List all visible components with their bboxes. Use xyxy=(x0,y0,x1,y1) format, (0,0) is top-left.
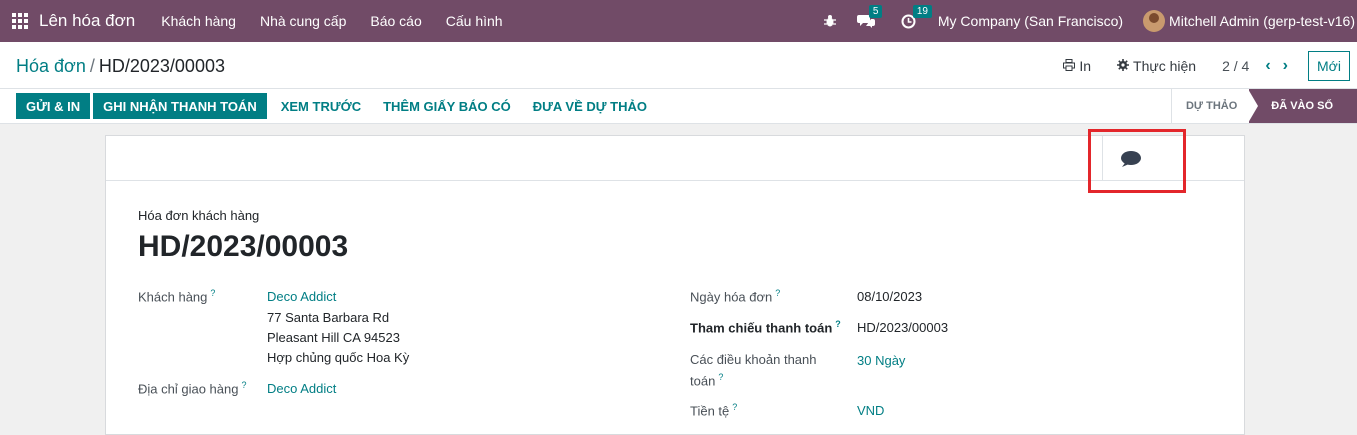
menu-item-vendors[interactable]: Nhà cung cấp xyxy=(248,13,358,29)
invoice-number: HD/2023/00003 xyxy=(138,230,349,263)
help-tooltip-icon[interactable]: ? xyxy=(775,288,780,298)
payment-terms-label-line2: toán? xyxy=(690,372,724,389)
address-line-1: 77 Santa Barbara Rd xyxy=(267,310,390,325)
breadcrumb: Hóa đơn / HD/2023/00003 xyxy=(16,56,225,77)
invoice-type: Hóa đơn khách hàng xyxy=(138,208,260,223)
breadcrumb-parent[interactable]: Hóa đơn xyxy=(16,56,86,76)
action-label: Thực hiện xyxy=(1133,58,1197,74)
user-avatar[interactable] xyxy=(1143,10,1166,32)
control-panel: Hóa đơn / HD/2023/00003 In Thực hiện 2 / 4… xyxy=(0,42,1357,89)
payment-terms-field[interactable]: 30 Ngày xyxy=(857,353,905,368)
pager-next-icon[interactable]: › xyxy=(1283,57,1288,75)
control-actions: In Thực hiện 2 / 4 ‹ › Mới xyxy=(1063,50,1357,82)
menu-item-configuration[interactable]: Cấu hình xyxy=(434,13,515,29)
action-menu-button[interactable]: Thực hiện xyxy=(1117,58,1196,74)
currency-label: Tiền tệ? xyxy=(690,402,738,419)
print-label: In xyxy=(1079,58,1092,74)
messages-count-badge: 5 xyxy=(868,5,883,18)
pager-value[interactable]: 2 / 4 xyxy=(1222,58,1249,74)
customer-field[interactable]: Deco Addict xyxy=(267,289,336,304)
help-tooltip-icon[interactable]: ? xyxy=(241,380,246,390)
app-title[interactable]: Lên hóa đơn xyxy=(39,11,135,31)
messages-icon[interactable]: 5 xyxy=(856,5,883,28)
pager-previous-icon[interactable]: ‹ xyxy=(1265,57,1270,75)
payment-reference-label: Tham chiếu thanh toán? xyxy=(690,319,841,336)
top-navbar: Lên hóa đơn Khách hàng Nhà cung cấp Báo … xyxy=(0,0,1357,42)
help-tooltip-icon[interactable]: ? xyxy=(210,288,215,298)
help-tooltip-icon[interactable]: ? xyxy=(718,372,723,382)
menu-item-reports[interactable]: Báo cáo xyxy=(358,13,433,29)
add-credit-note-button[interactable]: THÊM GIẤY BÁO CÓ xyxy=(372,93,522,119)
apps-menu-icon[interactable] xyxy=(12,12,30,30)
invoice-date-field[interactable]: 08/10/2023 xyxy=(857,289,922,304)
delivery-address-label: Địa chỉ giao hàng? xyxy=(138,380,247,397)
breadcrumb-current: HD/2023/00003 xyxy=(98,56,225,76)
main-menu: Khách hàng Nhà cung cấp Báo cáo Cấu hình xyxy=(149,13,514,29)
highlight-box xyxy=(1088,129,1186,193)
company-switcher[interactable]: My Company (San Francisco) xyxy=(938,13,1123,29)
form-statusbar: GỬI & IN GHI NHẬN THANH TOÁN XEM TRƯỚC T… xyxy=(0,89,1357,124)
systray: 5 19 My Company (San Francisco) Mitchell… xyxy=(813,0,1357,42)
register-payment-button[interactable]: GHI NHẬN THANH TOÁN xyxy=(93,93,267,119)
printer-icon xyxy=(1063,58,1076,74)
debug-bug-icon[interactable] xyxy=(823,14,837,28)
state-indicator: DỰ THẢO ĐÃ VÀO SỔ xyxy=(1170,89,1357,123)
delivery-address-field[interactable]: Deco Addict xyxy=(267,381,336,396)
currency-field[interactable]: VND xyxy=(857,403,884,418)
menu-item-customers[interactable]: Khách hàng xyxy=(149,13,248,29)
payment-reference-field[interactable]: HD/2023/00003 xyxy=(857,320,948,335)
address-line-2: Pleasant Hill CA 94523 xyxy=(267,330,400,345)
address-line-3: Hợp chủng quốc Hoa Kỳ xyxy=(267,350,410,365)
statusbar-buttons: GỬI & IN GHI NHẬN THANH TOÁN XEM TRƯỚC T… xyxy=(16,93,658,119)
help-tooltip-icon[interactable]: ? xyxy=(835,319,841,329)
activities-count-badge: 19 xyxy=(912,4,932,18)
invoice-date-label: Ngày hóa đơn? xyxy=(690,288,781,305)
new-button[interactable]: Mới xyxy=(1308,51,1350,81)
preview-button[interactable]: XEM TRƯỚC xyxy=(270,93,372,119)
state-draft[interactable]: DỰ THẢO xyxy=(1170,89,1249,123)
breadcrumb-separator: / xyxy=(89,56,95,76)
print-button[interactable]: In xyxy=(1063,58,1091,74)
help-tooltip-icon[interactable]: ? xyxy=(732,402,737,412)
gear-icon xyxy=(1117,58,1130,74)
send-print-button[interactable]: GỬI & IN xyxy=(16,93,91,119)
activities-clock-icon[interactable]: 19 xyxy=(901,4,932,29)
reset-to-draft-button[interactable]: ĐƯA VỀ DỰ THẢO xyxy=(522,93,658,119)
state-posted: ĐÃ VÀO SỔ xyxy=(1248,89,1357,123)
customer-label: Khách hàng? xyxy=(138,288,216,305)
payment-terms-label-line1: Các điều khoản thanh xyxy=(690,352,817,367)
sheet-header-bar xyxy=(106,136,1244,181)
user-menu[interactable]: Mitchell Admin (gerp-test-v16) xyxy=(1169,13,1355,29)
